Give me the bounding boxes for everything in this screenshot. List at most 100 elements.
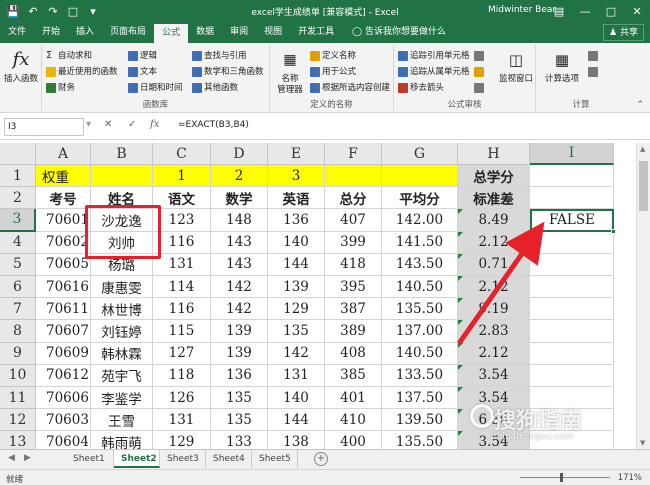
row-header-11[interactable]: 11 [0,387,36,410]
tab-2[interactable]: 插入 [68,22,102,43]
cell-F4[interactable]: 399 [325,231,382,254]
prev-sheet-icon[interactable]: ◀ [8,453,15,463]
cell-C4[interactable]: 116 [153,231,211,254]
cell-D13[interactable]: 133 [211,431,268,449]
cell-H2[interactable]: 标准差 [458,187,530,210]
cell-A7[interactable]: 70611 [36,298,91,321]
cell-D4[interactable]: 143 [211,231,268,254]
row-header-7[interactable]: 7 [0,298,36,321]
cell-D12[interactable]: 135 [211,409,268,432]
cell-B11[interactable]: 李鉴学 [91,387,153,410]
tab-3[interactable]: 页面布局 [102,22,154,43]
zoom-level[interactable]: 171% [618,473,642,483]
cell-I7[interactable] [530,298,614,321]
trace-precedents-button[interactable]: 追踪引用单元格 [398,49,470,63]
cell-G9[interactable]: 140.50 [382,342,458,365]
cell-H8[interactable]: 2.83 [458,320,530,343]
enter-icon[interactable]: ✓ [128,119,136,130]
cell-I2[interactable] [530,187,614,210]
cell-E9[interactable]: 142 [268,342,325,365]
text-button[interactable]: 文本 [128,65,157,79]
cell-D10[interactable]: 136 [211,364,268,387]
cell-G5[interactable]: 143.50 [382,253,458,276]
scrollbar-thumb[interactable] [639,161,648,211]
cell-H6[interactable]: 2.12 [458,276,530,299]
cell-I1[interactable] [530,165,614,188]
cell-E3[interactable]: 136 [268,209,325,232]
tab-8[interactable]: 开发工具 [290,22,342,43]
cell-H10[interactable]: 3.54 [458,364,530,387]
tab-1[interactable]: 开始 [34,22,68,43]
row-header-9[interactable]: 9 [0,342,36,365]
column-header-I[interactable]: I [530,143,614,165]
sheet-tab-5[interactable]: Sheet5 [252,450,298,468]
cell-G1[interactable] [382,165,458,188]
cell-C10[interactable]: 118 [153,364,211,387]
cell-B6[interactable]: 康惠雯 [91,276,153,299]
cell-A6[interactable]: 70616 [36,276,91,299]
add-sheet-button[interactable]: + [314,452,328,466]
cell-C6[interactable]: 114 [153,276,211,299]
tell-me-box[interactable]: ◯ 告诉我你想要做什么 [352,22,446,43]
cell-E1[interactable]: 3 [268,165,325,188]
financial-button[interactable]: 财务 [46,81,75,95]
cell-G6[interactable]: 140.50 [382,276,458,299]
cell-E12[interactable]: 144 [268,409,325,432]
cell-G4[interactable]: 141.50 [382,231,458,254]
cell-F5[interactable]: 418 [325,253,382,276]
column-header-G[interactable]: G [382,143,458,165]
customize-qat-icon[interactable]: ▾ [84,3,102,19]
cell-D11[interactable]: 135 [211,387,268,410]
fill-handle[interactable] [611,228,616,234]
lookup-button[interactable]: 查找与引用 [192,49,247,63]
column-header-C[interactable]: C [153,143,211,165]
cell-F7[interactable]: 387 [325,298,382,321]
cell-F11[interactable]: 401 [325,387,382,410]
row-header-8[interactable]: 8 [0,320,36,343]
cell-A13[interactable]: 70604 [36,431,91,449]
row-header-5[interactable]: 5 [0,253,36,276]
cell-B8[interactable]: 刘钰婷 [91,320,153,343]
cell-G11[interactable]: 137.50 [382,387,458,410]
logical-button[interactable]: 逻辑 [128,49,157,63]
cell-D7[interactable]: 142 [211,298,268,321]
new-file-icon[interactable]: □ [64,3,82,19]
cell-A10[interactable]: 70612 [36,364,91,387]
column-header-F[interactable]: F [325,143,382,165]
cell-E7[interactable]: 129 [268,298,325,321]
scroll-up-icon[interactable]: ▲ [640,145,645,153]
cell-I8[interactable] [530,320,614,343]
cell-B13[interactable]: 韩雨萌 [91,431,153,449]
cell-I4[interactable] [530,231,614,254]
zoom-slider[interactable] [520,477,610,478]
cell-I9[interactable] [530,342,614,365]
vertical-scrollbar[interactable]: ▲ ▼ [636,143,650,449]
redo-icon[interactable]: ↷ [44,3,62,19]
tab-5[interactable]: 数据 [188,22,222,43]
cell-F13[interactable]: 400 [325,431,382,449]
cell-D3[interactable]: 148 [211,209,268,232]
remove-arrows-button[interactable]: 移去箭头 [398,81,444,95]
cell-C9[interactable]: 127 [153,342,211,365]
name-box[interactable]: I3 [4,118,84,136]
column-header-D[interactable]: D [211,143,268,165]
cell-D1[interactable]: 2 [211,165,268,188]
cell-A1[interactable]: 权重 [36,165,91,188]
collapse-ribbon-icon[interactable]: ⌃ [636,100,644,110]
cell-F12[interactable]: 410 [325,409,382,432]
cancel-icon[interactable]: ✕ [104,119,112,130]
cell-D9[interactable]: 139 [211,342,268,365]
cell-A9[interactable]: 70609 [36,342,91,365]
insert-function-icon[interactable]: fx [150,119,159,130]
create-from-selection-button[interactable]: 根据所选内容创建 [310,81,390,95]
next-sheet-icon[interactable]: ▶ [24,453,31,463]
column-header-E[interactable]: E [268,143,325,165]
column-header-A[interactable]: A [36,143,91,165]
trace-dependents-button[interactable]: 追踪从属单元格 [398,65,470,79]
cell-F10[interactable]: 385 [325,364,382,387]
insert-function-button[interactable]: fx 插入函数 [1,48,41,85]
row-header-2[interactable]: 2 [0,187,36,210]
tab-4[interactable]: 公式 [154,24,189,43]
cell-E5[interactable]: 144 [268,253,325,276]
cell-I10[interactable] [530,364,614,387]
